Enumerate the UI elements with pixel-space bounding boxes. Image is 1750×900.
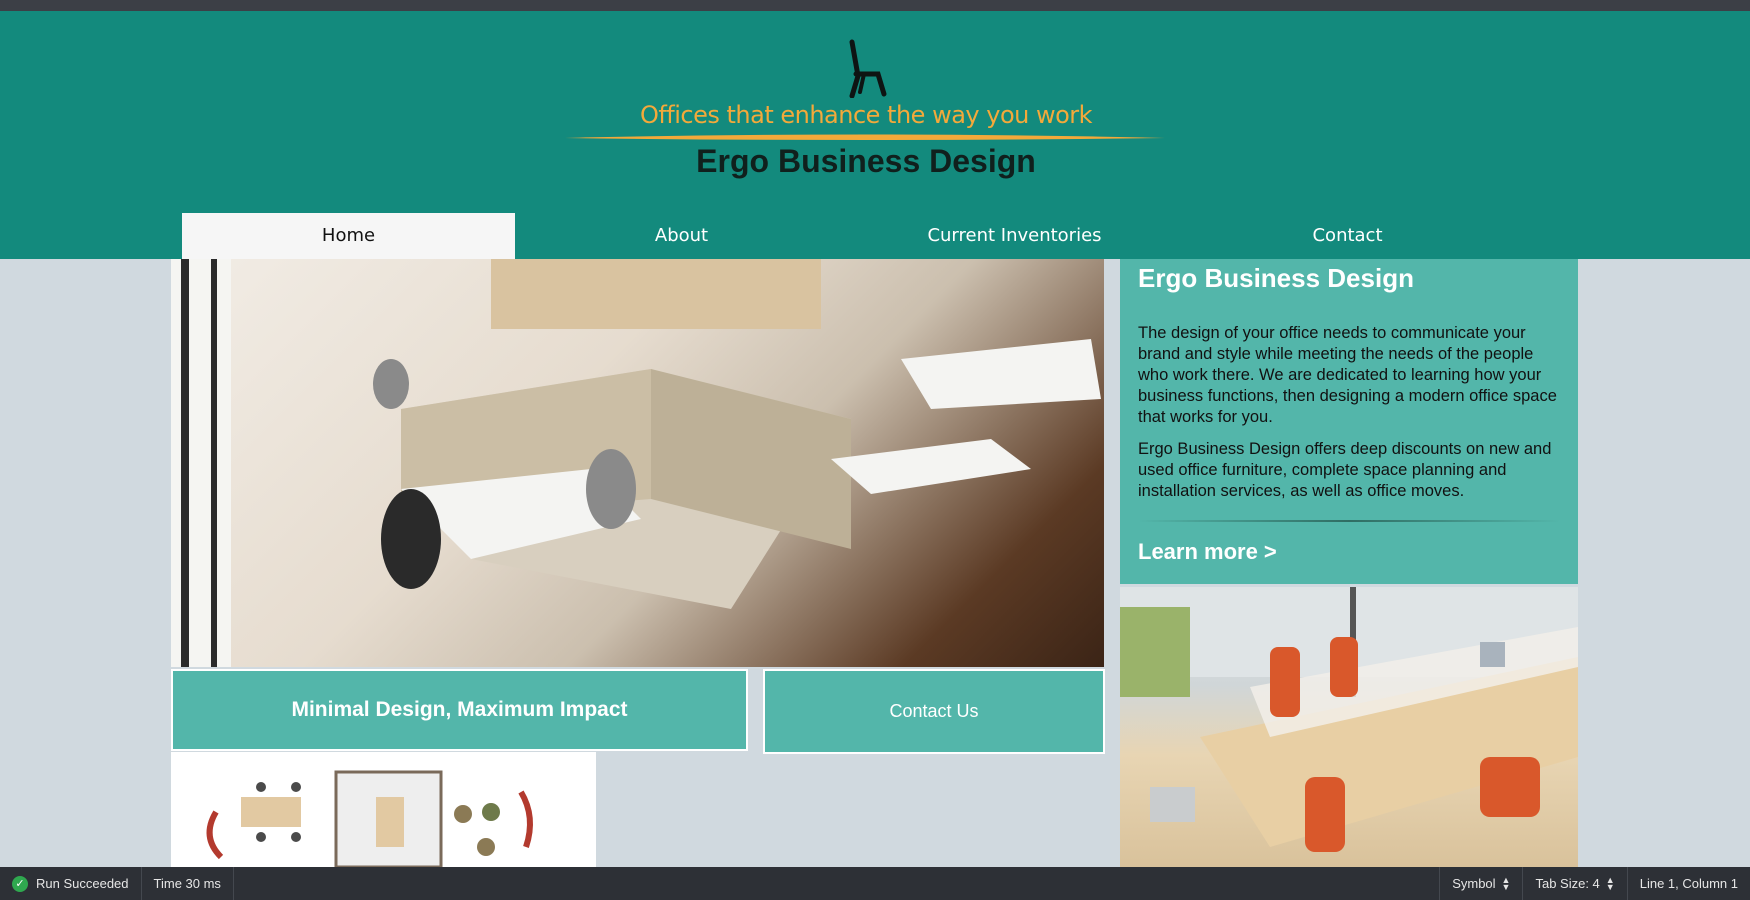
contact-us-button[interactable]: Contact Us bbox=[763, 669, 1105, 754]
contact-us-label: Contact Us bbox=[889, 701, 979, 721]
nav-home[interactable]: Home bbox=[182, 213, 515, 259]
floorplan-illustration bbox=[206, 770, 533, 867]
floorplan-image bbox=[171, 752, 596, 867]
site-header: Offices that enhance the way you work Er… bbox=[0, 11, 1750, 259]
learn-more-link[interactable]: Learn more > bbox=[1138, 539, 1277, 565]
run-time: Time 30 ms bbox=[142, 867, 234, 900]
tab-size-selector[interactable]: Tab Size: 4 ▲ ▼ bbox=[1522, 867, 1626, 900]
secondary-office-image bbox=[1120, 587, 1578, 867]
panel-divider bbox=[1138, 520, 1560, 522]
hero-office-illustration bbox=[171, 259, 1101, 667]
intro-panel: Ergo Business Design The design of your … bbox=[1120, 259, 1578, 584]
up-down-chevron-icon: ▲ ▼ bbox=[1501, 874, 1511, 892]
main-nav: Home About Current Inventories Contact bbox=[182, 213, 1514, 259]
tagline-swoosh bbox=[565, 134, 1165, 140]
status-bar: ✓ Run Succeeded Time 30 ms Symbol ▲ ▼ Tab… bbox=[0, 867, 1750, 900]
intro-paragraph-1: The design of your office needs to commu… bbox=[1138, 324, 1557, 426]
symbol-label: Symbol bbox=[1452, 876, 1496, 891]
window-top-bar bbox=[0, 0, 1750, 11]
secondary-office-illustration bbox=[1120, 587, 1578, 852]
symbol-selector[interactable]: Symbol ▲ ▼ bbox=[1439, 867, 1522, 900]
nav-about[interactable]: About bbox=[515, 213, 848, 259]
design-slogan-box: Minimal Design, Maximum Impact bbox=[171, 669, 748, 751]
office-chair-icon bbox=[849, 39, 887, 98]
up-down-chevron-icon: ▲ ▼ bbox=[1605, 874, 1615, 892]
nav-current-inventories[interactable]: Current Inventories bbox=[848, 213, 1181, 259]
site-brand-name: Ergo Business Design bbox=[696, 143, 1036, 179]
intro-paragraph-2: Ergo Business Design offers deep discoun… bbox=[1138, 440, 1552, 500]
tab-size-label: Tab Size: 4 bbox=[1535, 876, 1600, 891]
run-status-label: Run Succeeded bbox=[36, 876, 129, 891]
hero-office-image bbox=[171, 259, 1104, 667]
nav-contact[interactable]: Contact bbox=[1181, 213, 1514, 259]
site-tagline: Offices that enhance the way you work bbox=[639, 101, 1093, 129]
check-circle-icon: ✓ bbox=[12, 875, 28, 892]
cursor-position: Line 1, Column 1 bbox=[1626, 867, 1750, 900]
run-status: ✓ Run Succeeded bbox=[0, 867, 142, 900]
intro-title: Ergo Business Design bbox=[1138, 263, 1414, 293]
design-slogan: Minimal Design, Maximum Impact bbox=[291, 698, 628, 721]
